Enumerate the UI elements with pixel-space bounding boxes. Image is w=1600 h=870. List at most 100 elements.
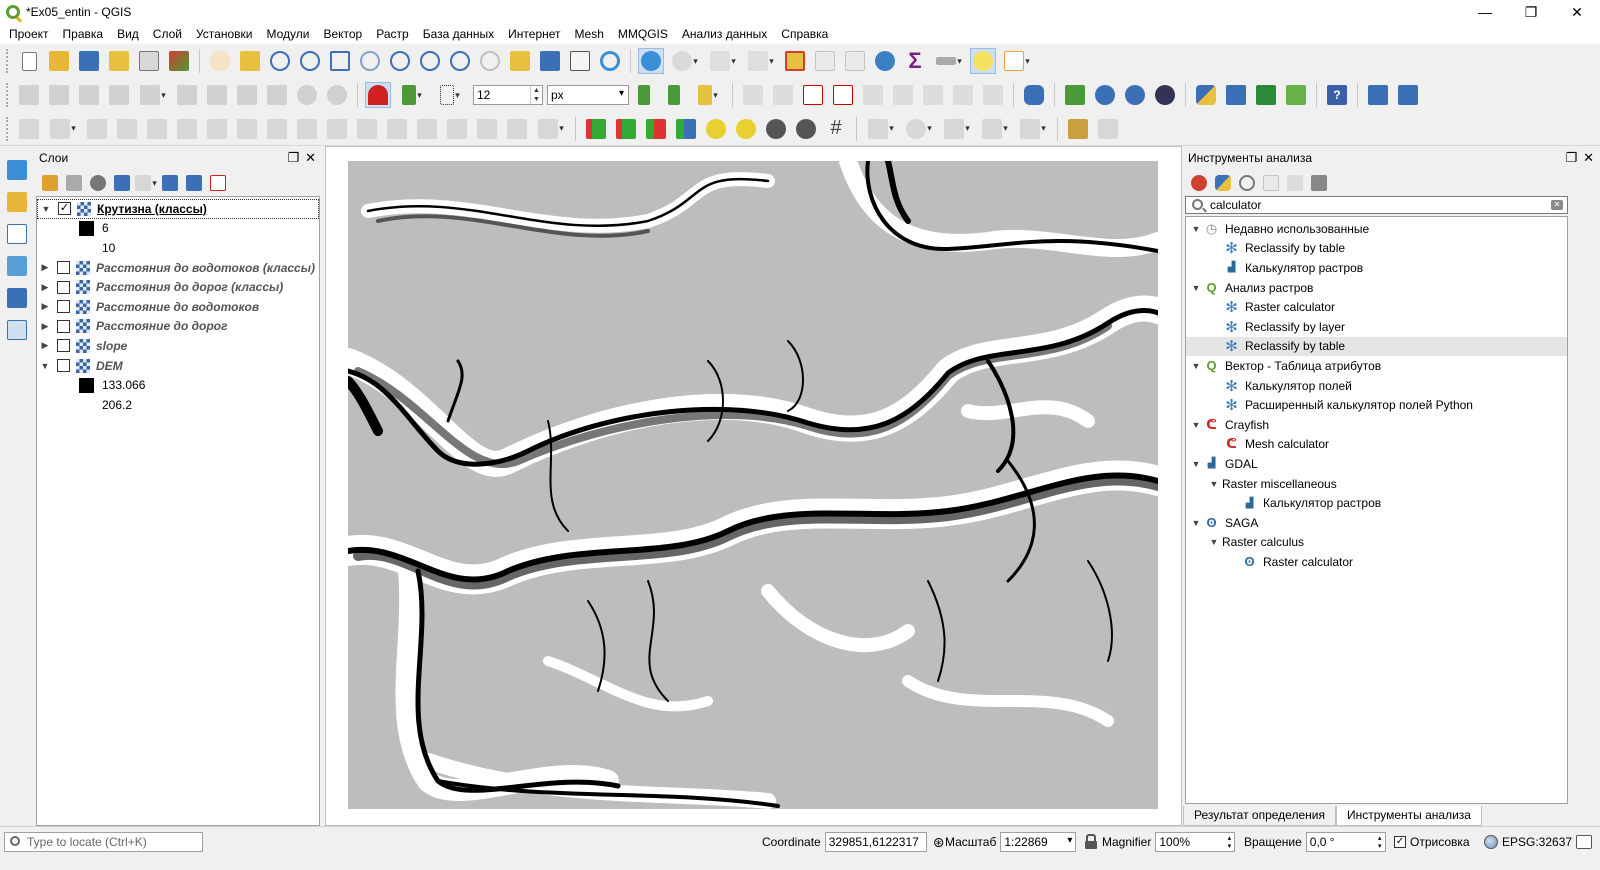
algorithm-item[interactable]: ✻ Raster calculator xyxy=(1186,297,1567,317)
select-by-value-button[interactable] xyxy=(744,48,778,74)
bookmark-button[interactable] xyxy=(537,48,563,74)
filter-expression-button[interactable] xyxy=(135,172,157,194)
toolbox-group[interactable]: ▼ ◷ Недавно использованные xyxy=(1186,219,1567,239)
raster-terrain-button-4[interactable] xyxy=(673,116,699,142)
zoom-last-button[interactable] xyxy=(447,48,473,74)
chevron-down-icon[interactable]: ▼ xyxy=(1206,537,1222,547)
algorithm-item[interactable]: ✻ Расширенный калькулятор полей Python xyxy=(1186,395,1567,415)
chevron-down-icon[interactable]: ▼ xyxy=(1188,361,1204,371)
self-snapping-button[interactable] xyxy=(661,82,687,108)
float-panel-icon[interactable]: ❐ xyxy=(1565,150,1577,166)
locator-input[interactable]: Type to locate (Ctrl+K) xyxy=(4,832,203,852)
web-plugin-button-2[interactable] xyxy=(1122,82,1148,108)
options-button[interactable] xyxy=(1308,172,1330,194)
float-panel-icon[interactable]: ❐ xyxy=(287,150,299,166)
adv-digitize-button-1[interactable] xyxy=(16,116,42,142)
chevron-down-icon[interactable]: ▼ xyxy=(38,204,54,214)
toolbar-grip[interactable] xyxy=(6,83,10,107)
magnifier-stepper[interactable]: 100% xyxy=(1155,832,1236,852)
chevron-down-icon[interactable]: ▼ xyxy=(1206,479,1222,489)
algorithm-item[interactable]: ʘ Raster calculator xyxy=(1186,552,1567,572)
layer-visibility-checkbox[interactable] xyxy=(57,261,70,275)
menu-settings[interactable]: Установки xyxy=(189,24,259,44)
algorithm-item[interactable]: ᕦ Mesh calculator xyxy=(1186,435,1567,455)
layer-visibility-checkbox[interactable] xyxy=(57,319,70,333)
chevron-down-icon[interactable]: ▼ xyxy=(1188,420,1204,430)
menu-raster[interactable]: Растр xyxy=(369,24,415,44)
toggle-editing-button[interactable] xyxy=(46,82,72,108)
adv-digitize-button-8[interactable] xyxy=(234,116,260,142)
algorithm-item[interactable]: ✻ Reclassify by layer xyxy=(1186,317,1567,337)
chevron-down-icon[interactable]: ▼ xyxy=(1188,518,1204,528)
layer-item[interactable]: ▶ Расстояние до водотоков xyxy=(37,297,319,317)
label-toolbar-button-6[interactable] xyxy=(890,82,916,108)
menu-view[interactable]: Вид xyxy=(110,24,146,44)
rotation-stepper[interactable]: 0,0 ° xyxy=(1305,832,1386,852)
open-layer-styling-button[interactable] xyxy=(39,172,61,194)
adv-digitize-button-6[interactable] xyxy=(174,116,200,142)
open-project-button[interactable] xyxy=(46,48,72,74)
adv-digitize-button-17[interactable] xyxy=(504,116,530,142)
layer-item[interactable]: ▶ slope xyxy=(37,336,319,356)
adv-digitize-button-10[interactable] xyxy=(294,116,320,142)
menu-plugins[interactable]: Модули xyxy=(259,24,316,44)
raster-map[interactable] xyxy=(348,161,1158,809)
measure-button[interactable] xyxy=(932,48,966,74)
layer-item[interactable]: ▶ Расстояния до дорог (классы) xyxy=(37,277,319,297)
adv-digitize-button-4[interactable] xyxy=(114,116,140,142)
plugin-button-2[interactable] xyxy=(1253,82,1279,108)
history-button[interactable] xyxy=(1236,172,1258,194)
zoom-native-button[interactable] xyxy=(417,48,443,74)
spin-arrows-icon[interactable]: ▲ ▼ xyxy=(530,86,542,104)
close-button[interactable]: ✕ xyxy=(1554,0,1600,24)
snapping-toggle-button[interactable] xyxy=(365,82,391,108)
undo-button[interactable] xyxy=(294,82,320,108)
new-map-view-button[interactable] xyxy=(507,48,533,74)
delete-selected-button[interactable] xyxy=(174,82,200,108)
coordinate-toggle-icon[interactable]: ⊛ xyxy=(933,834,945,851)
style-manager-button[interactable] xyxy=(166,48,192,74)
show-bookmarks-button[interactable] xyxy=(567,48,593,74)
adv-digitize-button-18[interactable] xyxy=(534,116,568,142)
chevron-down-icon[interactable]: ▼ xyxy=(1188,459,1204,469)
new-project-button[interactable] xyxy=(16,48,42,74)
coordinate-field[interactable]: 329851,6122317 xyxy=(824,832,927,852)
adv-digitize-button-12[interactable] xyxy=(354,116,380,142)
collapse-all-button[interactable] xyxy=(183,172,205,194)
open-attribute-table-button[interactable] xyxy=(812,48,838,74)
menu-help[interactable]: Справка xyxy=(774,24,835,44)
shape-digitize-button-4[interactable] xyxy=(978,116,1012,142)
algorithm-item[interactable]: ▟ Калькулятор растров xyxy=(1186,258,1567,278)
label-toolbar-button-4[interactable] xyxy=(830,82,856,108)
algorithm-item[interactable]: ▟ Калькулятор растров xyxy=(1186,493,1567,513)
chevron-down-icon[interactable]: ▼ xyxy=(1188,283,1204,293)
adv-digitize-button-13[interactable] xyxy=(384,116,410,142)
filter-legend-button[interactable] xyxy=(111,172,133,194)
map-tips-button[interactable] xyxy=(668,48,702,74)
algorithm-item[interactable]: ✻ Reclassify by table xyxy=(1186,239,1567,259)
layer-visibility-checkbox[interactable] xyxy=(57,300,70,314)
label-toolbar-button-2[interactable] xyxy=(770,82,796,108)
data-source-manager-button[interactable] xyxy=(4,157,30,183)
shape-digitize-button-5[interactable] xyxy=(1016,116,1050,142)
close-panel-icon[interactable]: ✕ xyxy=(305,150,316,166)
snap-units-select[interactable]: px xyxy=(547,85,629,105)
menu-processing[interactable]: Анализ данных xyxy=(675,24,774,44)
pan-to-selection-button[interactable] xyxy=(237,48,263,74)
save-project-button[interactable] xyxy=(76,48,102,74)
redo-button[interactable] xyxy=(324,82,350,108)
algorithm-item[interactable]: ✻ Калькулятор полей xyxy=(1186,376,1567,396)
refresh-button[interactable] xyxy=(597,48,623,74)
shape-digitize-button-3[interactable] xyxy=(940,116,974,142)
raster-terrain-button-8[interactable] xyxy=(793,116,819,142)
expand-all-button[interactable] xyxy=(159,172,181,194)
label-toolbar-button-9[interactable] xyxy=(980,82,1006,108)
minimize-button[interactable]: — xyxy=(1462,0,1508,24)
raster-terrain-button-7[interactable] xyxy=(763,116,789,142)
snap-mode-button[interactable] xyxy=(433,82,467,108)
zoom-out-button[interactable] xyxy=(297,48,323,74)
vertex-tool-button[interactable] xyxy=(136,82,170,108)
db-manager-button[interactable] xyxy=(1021,82,1047,108)
add-vector-layer-button[interactable] xyxy=(4,221,30,247)
new-annotation-button[interactable] xyxy=(1000,48,1034,74)
